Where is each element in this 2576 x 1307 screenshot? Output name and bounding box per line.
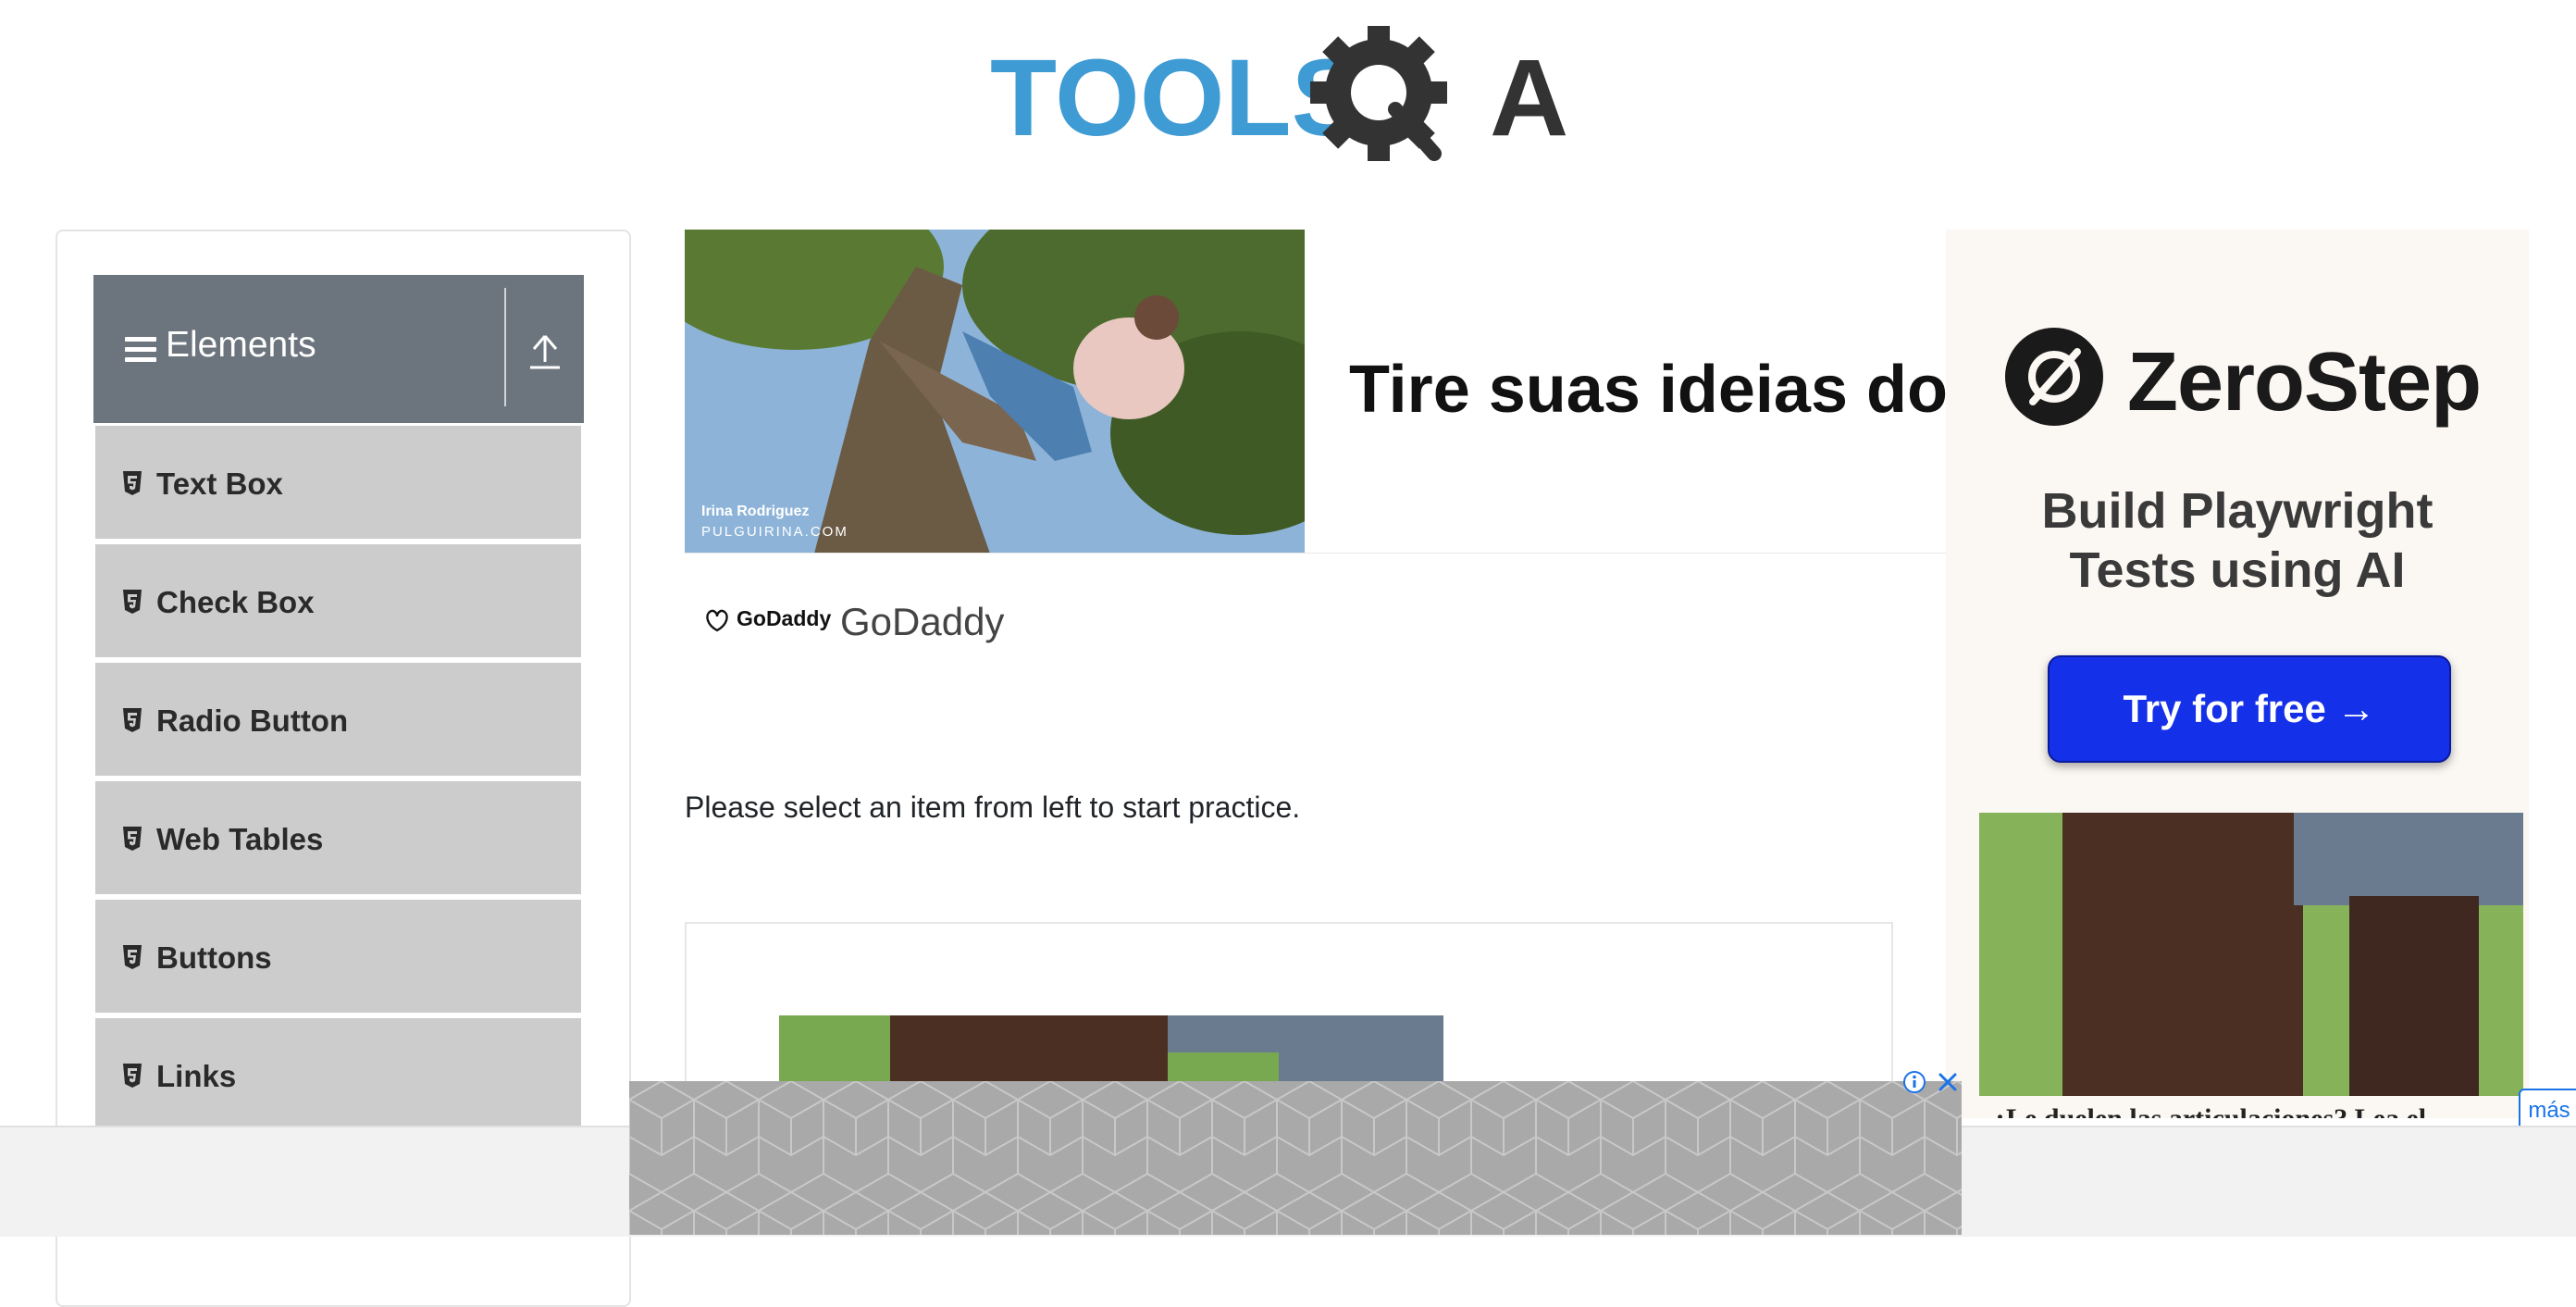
right-ad-zerostep[interactable]: ZeroStep Build Playwright Tests using AI… bbox=[1946, 230, 2529, 1118]
group-title: Elements bbox=[166, 325, 316, 365]
photo-credit-site: PULGUIRINA.COM bbox=[701, 524, 848, 540]
info-icon[interactable] bbox=[1902, 1070, 1926, 1094]
sidebar-item-radio-button[interactable]: Radio Button bbox=[95, 663, 581, 781]
sidebar-item-label: Web Tables bbox=[156, 822, 324, 856]
advertiser-logo[interactable]: GoDaddy bbox=[703, 606, 831, 634]
sidebar-item-links[interactable]: Links bbox=[95, 1018, 581, 1137]
site-logo[interactable]: TOOLS A bbox=[990, 26, 1591, 170]
html5-icon bbox=[123, 827, 142, 851]
elements-group-header[interactable]: Elements bbox=[93, 275, 584, 423]
godaddy-icon bbox=[706, 609, 728, 632]
lower-ad-photo[interactable] bbox=[779, 1015, 1443, 1089]
lower-ad-image bbox=[779, 1015, 1443, 1089]
upload-arrow-icon[interactable] bbox=[526, 330, 564, 371]
sidebar-item-label: Check Box bbox=[156, 585, 315, 619]
gear-icon bbox=[1310, 26, 1447, 161]
try-for-free-button[interactable]: Try for free → bbox=[2048, 655, 2451, 763]
toolsqa-logo-graphic: TOOLS A bbox=[990, 26, 1568, 161]
html5-icon bbox=[123, 590, 142, 614]
close-icon[interactable] bbox=[1936, 1070, 1960, 1094]
sidebar-item-web-tables[interactable]: Web Tables bbox=[95, 781, 581, 900]
ad-separator bbox=[685, 553, 1952, 554]
tagline-line-2: Tests using AI bbox=[2069, 542, 2406, 598]
sidebar-item-text-box[interactable]: Text Box bbox=[95, 426, 581, 544]
intro-text: Please select an item from left to start… bbox=[685, 790, 1301, 824]
sidebar-item-label: Text Box bbox=[156, 467, 283, 501]
header-divider bbox=[504, 288, 506, 406]
html5-icon bbox=[123, 1064, 142, 1088]
html5-icon bbox=[123, 471, 142, 495]
zerostep-logo-icon bbox=[2005, 328, 2103, 426]
sidebar-item-label: Radio Button bbox=[156, 703, 349, 738]
html5-icon bbox=[123, 708, 142, 732]
right-ad-photo[interactable] bbox=[1979, 813, 2523, 1096]
right-ad-brand: ZeroStep bbox=[2127, 336, 2482, 429]
right-ad-tagline: Build Playwright Tests using AI bbox=[1946, 481, 2529, 600]
bottom-sticky-ad[interactable] bbox=[629, 1081, 1962, 1235]
logo-text-tools: TOOLS bbox=[990, 37, 1364, 159]
advertiser-logo-text: GoDaddy bbox=[737, 606, 832, 631]
right-ad-image bbox=[1979, 813, 2523, 1096]
sidebar-item-label: Buttons bbox=[156, 940, 272, 975]
photo-credit-name: Irina Rodriguez bbox=[701, 504, 810, 519]
advertiser-name[interactable]: GoDaddy bbox=[840, 600, 1004, 644]
menu-icon bbox=[125, 337, 156, 363]
sidebar-item-buttons[interactable]: Buttons bbox=[95, 900, 581, 1018]
ad-headline[interactable]: Tire suas ideias do p bbox=[1349, 352, 1952, 428]
bottom-ad-pattern bbox=[629, 1081, 1962, 1235]
html5-icon bbox=[123, 945, 142, 969]
sidebar-item-check-box[interactable]: Check Box bbox=[95, 544, 581, 663]
sidebar-item-label: Links bbox=[156, 1059, 237, 1093]
cta-label: Try for free → bbox=[2123, 687, 2376, 730]
right-ad-caption[interactable]: ¿Le duelen las articulaciones? Lea el bbox=[1992, 1103, 2510, 1118]
logo-text-a: A bbox=[1490, 37, 1568, 159]
ad-photo[interactable]: Irina Rodriguez PULGUIRINA.COM bbox=[685, 230, 1305, 554]
tagline-line-1: Build Playwright bbox=[2041, 483, 2434, 539]
